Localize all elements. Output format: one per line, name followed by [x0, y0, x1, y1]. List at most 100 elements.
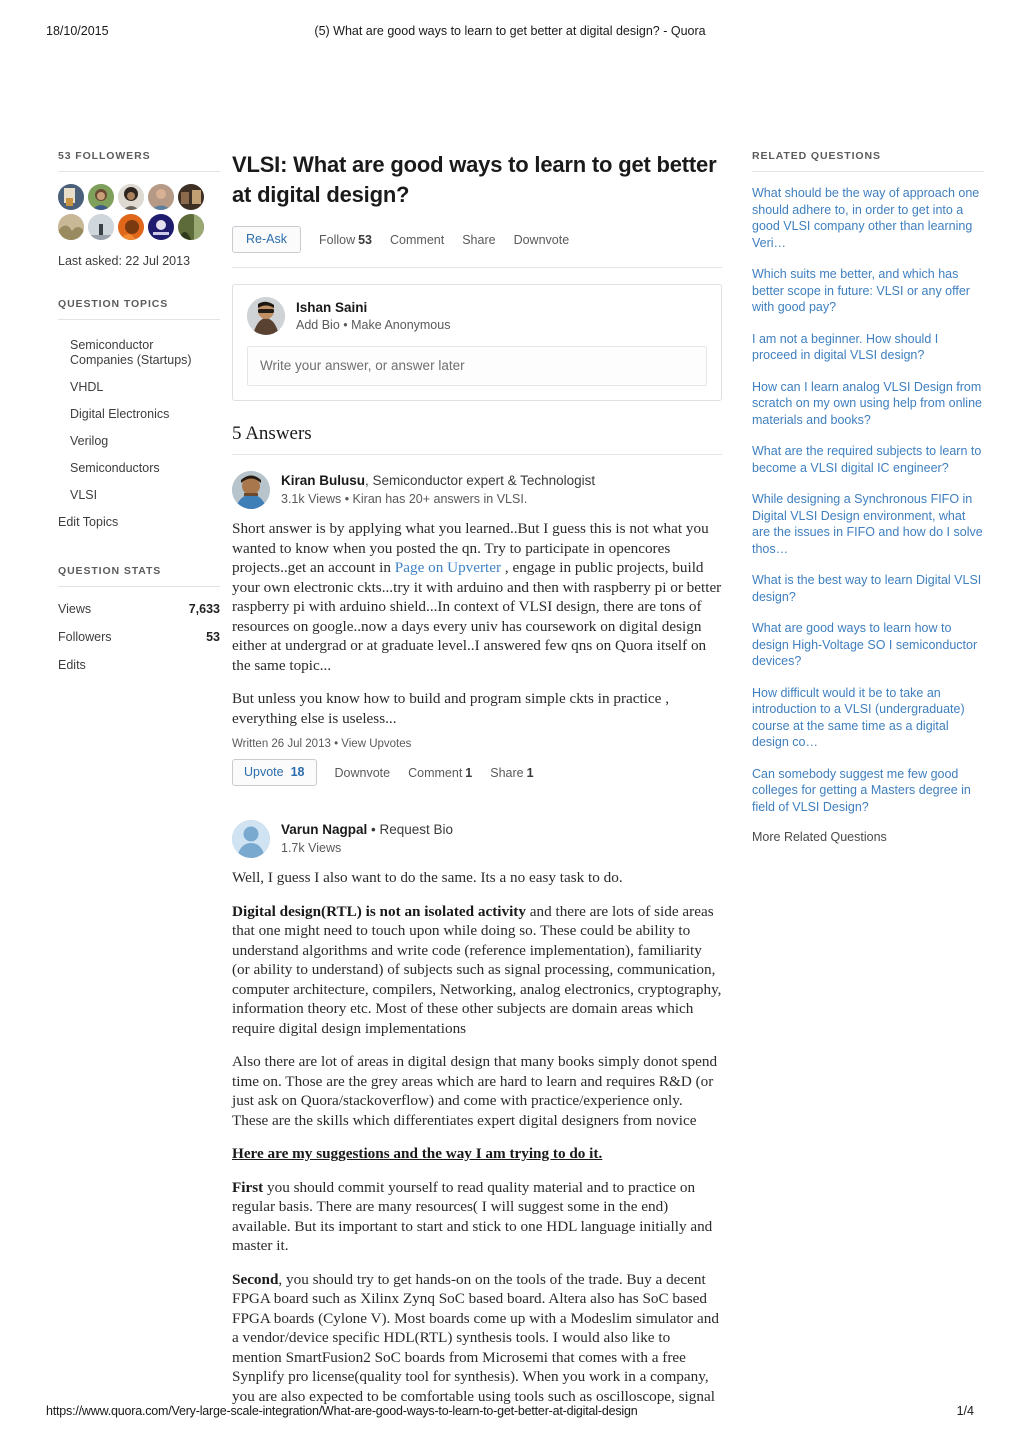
right-sidebar: RELATED QUESTIONS What should be the way…: [752, 150, 984, 844]
stat-row: Followers 53: [58, 623, 220, 651]
left-sidebar: 53 FOLLOWERS Last asked: 22 Jul 2013 QUE…: [58, 150, 220, 679]
avatar[interactable]: [178, 184, 204, 210]
question-stats-heading: QUESTION STATS: [58, 565, 220, 587]
stat-value: 53: [206, 630, 220, 644]
related-question-link[interactable]: What should be the way of approach one s…: [752, 185, 984, 251]
related-question-link[interactable]: How can I learn analog VLSI Design from …: [752, 379, 984, 429]
answer-paragraph: But unless you know how to build and pro…: [232, 690, 669, 727]
related-question-link[interactable]: What are the required subjects to learn …: [752, 443, 984, 476]
paragraph-bold-lead: Second: [232, 1270, 279, 1288]
composer-sub-actions[interactable]: Add Bio • Make Anonymous: [296, 317, 450, 334]
answer-header: Varun Nagpal • Request Bio 1.7k Views: [232, 820, 722, 858]
composer-header: Ishan Saini Add Bio • Make Anonymous: [247, 297, 707, 335]
related-question-link[interactable]: Which suits me better, and which has bet…: [752, 266, 984, 316]
avatar[interactable]: [232, 820, 270, 858]
answer-stats: 1.7k Views: [281, 841, 342, 855]
avatar[interactable]: [58, 184, 84, 210]
related-question-link[interactable]: Can somebody suggest me few good college…: [752, 766, 984, 816]
related-question-link[interactable]: How difficult would it be to take an int…: [752, 685, 984, 751]
avatar[interactable]: [178, 214, 204, 240]
avatar[interactable]: [148, 184, 174, 210]
answers-heading: 5 Answers: [232, 423, 722, 455]
downvote-button[interactable]: Downvote: [335, 766, 391, 780]
page-title: VLSI: What are good ways to learn to get…: [232, 152, 717, 207]
stat-label: Edits: [58, 658, 86, 672]
more-related-questions-link[interactable]: More Related Questions: [752, 830, 984, 844]
upvote-button[interactable]: Upvote 18: [232, 759, 317, 786]
answer-item: Varun Nagpal • Request Bio 1.7k Views We…: [232, 786, 722, 1406]
share-count: 1: [526, 765, 534, 780]
upvote-label: Upvote: [244, 765, 284, 779]
share-label: Share: [490, 765, 524, 780]
avatar[interactable]: [118, 214, 144, 240]
composer-meta: Ishan Saini Add Bio • Make Anonymous: [296, 299, 450, 334]
topic-item[interactable]: Semiconductors: [58, 455, 220, 482]
answer-paragraph: First you should commit yourself to read…: [232, 1178, 722, 1256]
topic-item[interactable]: Digital Electronics: [58, 401, 220, 428]
downvote-action[interactable]: Downvote: [514, 233, 570, 247]
answer-author-name: Varun Nagpal: [281, 822, 368, 837]
related-question-link[interactable]: I am not a beginner. How should I procee…: [752, 331, 984, 364]
share-action[interactable]: Share: [462, 233, 495, 247]
followers-heading: 53 FOLLOWERS: [58, 150, 220, 172]
follow-count: 53: [358, 232, 373, 247]
follow-label: Follow: [318, 232, 356, 247]
print-document-title: (5) What are good ways to learn to get b…: [314, 24, 706, 38]
composer-user-name: Ishan Saini: [296, 299, 368, 315]
related-questions-heading: RELATED QUESTIONS: [752, 150, 984, 172]
avatar[interactable]: [118, 184, 144, 210]
stat-value: 7,633: [188, 602, 220, 616]
answer-paragraph: Here are my suggestions and the way I am…: [232, 1144, 722, 1164]
stat-label: Views: [58, 602, 92, 616]
upverter-link[interactable]: Page on Upverter: [395, 559, 501, 576]
topic-item[interactable]: Semiconductor Companies (Startups): [58, 332, 220, 374]
share-button[interactable]: Share 1: [490, 766, 533, 780]
related-question-link[interactable]: What is the best way to learn Digital VL…: [752, 572, 984, 605]
answer-paragraph: Short answer is by applying what you lea…: [232, 519, 722, 675]
answer-stats: 3.1k Views • Kiran has 20+ answers in VL…: [281, 492, 528, 506]
related-question-link[interactable]: What are good ways to learn how to desig…: [752, 620, 984, 670]
avatar[interactable]: [247, 297, 285, 335]
answer-meta: Varun Nagpal • Request Bio 1.7k Views: [281, 820, 453, 857]
related-question-link[interactable]: While designing a Synchronous FIFO in Di…: [752, 491, 984, 557]
follower-avatars: [58, 184, 208, 240]
answer-body: Well, I guess I also want to do the same…: [232, 868, 722, 1406]
suggestions-subheading: Here are my suggestions and the way I am…: [232, 1145, 603, 1162]
comment-count: 1: [465, 765, 473, 780]
avatar[interactable]: [148, 214, 174, 240]
comment-label: Comment: [408, 765, 463, 780]
last-asked-label: Last asked: 22 Jul 2013: [58, 254, 191, 268]
stat-row: Edits: [58, 651, 220, 679]
edit-topics-link[interactable]: Edit Topics: [58, 509, 220, 535]
answer-written-date[interactable]: Written 26 Jul 2013 • View Upvotes: [232, 738, 722, 750]
upvote-count: 18: [290, 765, 305, 779]
re-ask-button[interactable]: Re-Ask: [232, 226, 301, 253]
comment-button[interactable]: Comment 1: [408, 766, 472, 780]
avatar[interactable]: [88, 214, 114, 240]
answer-author-credential: , Semiconductor expert & Technologist: [365, 473, 596, 488]
avatar[interactable]: [88, 184, 114, 210]
answer-meta: Kiran Bulusu, Semiconductor expert & Tec…: [281, 471, 595, 508]
avatar[interactable]: [232, 471, 270, 509]
answer-paragraph: Digital design(RTL) is not an isolated a…: [232, 902, 722, 1039]
question-topics-section: QUESTION TOPICS Semiconductor Companies …: [58, 298, 220, 535]
topic-item[interactable]: Verilog: [58, 428, 220, 455]
paragraph-bold-lead: First: [232, 1178, 264, 1196]
answer-author-name: Kiran Bulusu: [281, 473, 366, 488]
answer-author[interactable]: Varun Nagpal • Request Bio: [281, 821, 453, 838]
answer-header: Kiran Bulusu, Semiconductor expert & Tec…: [232, 471, 722, 509]
topic-item[interactable]: VLSI: [58, 482, 220, 509]
avatar[interactable]: [58, 214, 84, 240]
question-action-bar: Re-Ask Follow 53 Comment Share Downvote: [232, 226, 722, 268]
follow-action[interactable]: Follow 53: [319, 233, 372, 247]
print-page-number: 1/4: [956, 1404, 974, 1418]
comment-action[interactable]: Comment: [390, 233, 444, 247]
answer-paragraph: Second, you should try to get hands-on o…: [232, 1270, 722, 1407]
answer-vote-bar: Upvote 18 Downvote Comment 1 Share 1: [232, 759, 722, 786]
paragraph-text-part: , you should try to get hands-on on the …: [232, 1270, 719, 1405]
answer-input[interactable]: Write your answer, or answer later: [247, 346, 707, 386]
stat-label: Followers: [58, 630, 112, 644]
answer-author[interactable]: Kiran Bulusu, Semiconductor expert & Tec…: [281, 472, 595, 489]
answer-author-credential[interactable]: • Request Bio: [367, 822, 453, 837]
topic-item[interactable]: VHDL: [58, 374, 220, 401]
